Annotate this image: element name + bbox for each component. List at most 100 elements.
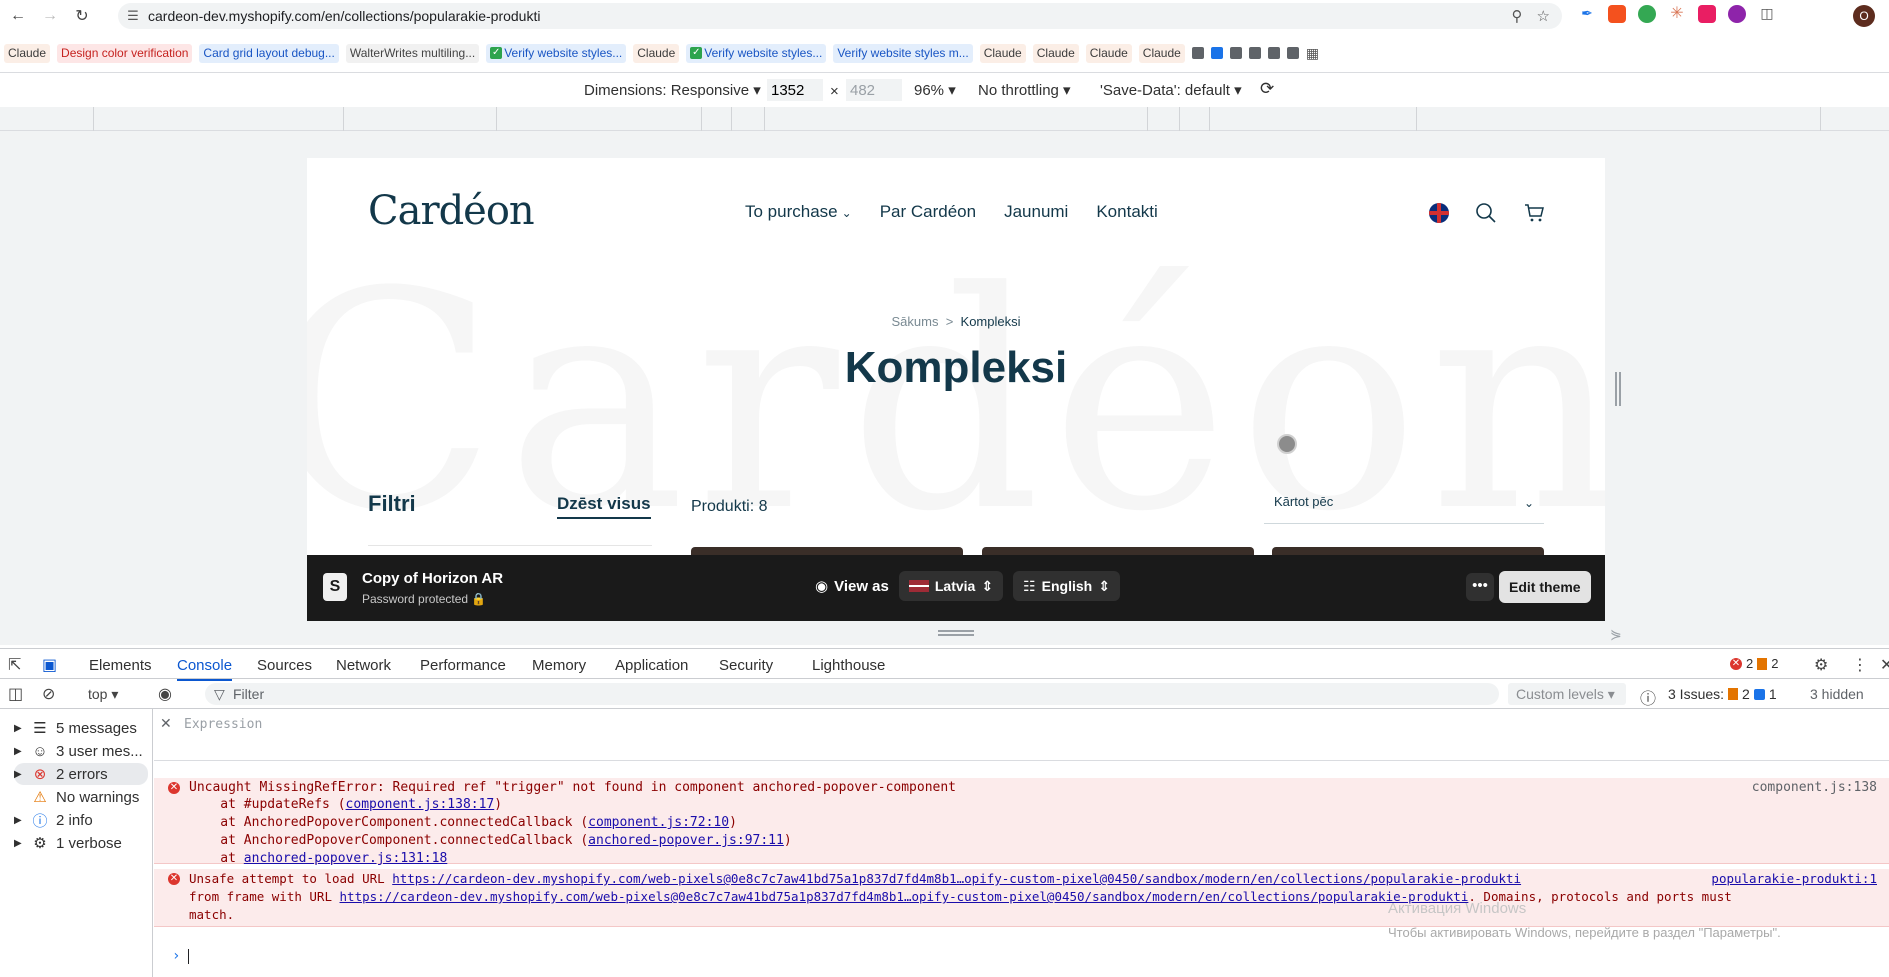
resize-corner-handle[interactable]: ⋟ [1610, 626, 1622, 643]
throttling-select[interactable]: No throttling ▾ [978, 81, 1071, 99]
sidebar-item-user-messages[interactable]: ▶ ☺ 3 user mes... [14, 740, 148, 762]
bookmark-favicon-icon[interactable] [1248, 47, 1261, 59]
save-data-select[interactable]: 'Save-Data': default ▾ [1100, 81, 1242, 99]
bookmark-item[interactable]: Card grid layout debug... [199, 43, 339, 63]
console-filter-input[interactable]: ▽ Filter [205, 683, 1499, 705]
forward-arrow-icon[interactable]: → [36, 2, 64, 30]
url-link[interactable]: https://cardeon-dev.myshopify.com/web-pi… [340, 889, 1469, 904]
sort-select[interactable]: Kārtot pēc ⌄ [1264, 490, 1544, 524]
stack-link[interactable]: component.js:72:10 [588, 815, 729, 830]
bookmark-item[interactable]: Claude [1032, 43, 1079, 63]
context-select[interactable]: top ▾ [88, 686, 118, 703]
sidebar-item-errors[interactable]: ▶ ⊗ 2 errors [14, 763, 148, 785]
cart-icon[interactable] [1523, 202, 1545, 224]
issues-counter[interactable]: 3 Issues: 2 1 [1668, 686, 1777, 702]
extension-orange-icon[interactable] [1608, 5, 1626, 23]
bookmark-item[interactable]: Claude [1085, 43, 1132, 63]
uk-flag-icon[interactable] [1429, 203, 1449, 223]
extension-pen-icon[interactable]: ✒ [1578, 5, 1596, 23]
extension-pink-icon[interactable] [1698, 5, 1716, 23]
extension-green-icon[interactable] [1638, 5, 1656, 23]
zoom-select[interactable]: 96% ▾ [914, 81, 956, 99]
dimensions-select[interactable]: Dimensions: Responsive ▾ [584, 81, 761, 99]
address-bar[interactable]: ☰ cardeon-dev.myshopify.com/en/collectio… [118, 3, 1562, 29]
bookmark-item[interactable]: Claude [1138, 43, 1185, 63]
remove-expression-icon[interactable]: ✕ [160, 715, 172, 732]
bookmark-favicon-icon[interactable] [1229, 47, 1242, 59]
sidebar-item-messages[interactable]: ▶ ☰ 5 messages [14, 717, 148, 739]
extension-claude-icon[interactable]: ✳ [1668, 5, 1686, 23]
extensions-puzzle-icon[interactable]: ◫ [1758, 5, 1776, 23]
clear-console-icon[interactable]: ⊘ [42, 684, 55, 704]
tab-lighthouse[interactable]: Lighthouse [812, 657, 885, 674]
sidebar-toggle-icon[interactable]: ◫ [8, 684, 23, 704]
apps-grid-icon[interactable]: ▦ [1306, 45, 1319, 62]
console-error-message[interactable]: ✕ Unsafe attempt to load URL https://car… [154, 869, 1889, 927]
nav-item-news[interactable]: Jaunumi [1004, 202, 1068, 222]
bookmark-item[interactable]: ✓ Verify website styles... [486, 43, 627, 63]
tab-network[interactable]: Network [336, 657, 391, 674]
stack-link[interactable]: anchored-popover.js:97:11 [588, 833, 784, 848]
edit-theme-button[interactable]: Edit theme [1499, 571, 1591, 603]
sidebar-item-verbose[interactable]: ▶ ⚙ 1 verbose [14, 832, 148, 854]
breadcrumb-home[interactable]: Sākums [892, 314, 939, 329]
bookmark-item[interactable]: Verify website styles m... [833, 43, 973, 63]
search-icon[interactable] [1475, 202, 1497, 224]
device-toolbar-icon[interactable]: ▣ [42, 655, 57, 675]
bookmark-item[interactable]: Claude [633, 43, 680, 63]
live-expression-eye-icon[interactable]: ◉ [158, 684, 172, 704]
url-link[interactable]: https://cardeon-dev.myshopify.com/web-pi… [392, 871, 1521, 886]
tab-performance[interactable]: Performance [420, 657, 506, 674]
close-icon[interactable]: ✕ [1880, 655, 1889, 675]
clear-all-link[interactable]: Dzēst visus [557, 494, 651, 519]
stack-link[interactable]: component.js:138:17 [346, 797, 495, 812]
bookmark-favicon-icon[interactable] [1210, 47, 1223, 59]
bookmark-item[interactable]: Claude [4, 43, 51, 63]
error-source-link[interactable]: popularakie-produkti:1 [1711, 871, 1877, 886]
rotate-icon[interactable]: ⟳ [1260, 79, 1274, 99]
zoom-icon[interactable]: ⚲ [1512, 7, 1523, 25]
reload-icon[interactable]: ↻ [68, 2, 96, 30]
tab-elements[interactable]: Elements [89, 657, 152, 674]
tab-application[interactable]: Application [615, 657, 688, 674]
more-options-button[interactable]: ••• [1466, 573, 1494, 601]
sidebar-item-info[interactable]: ▶ ⓘ 2 info [14, 809, 148, 831]
tab-console[interactable]: Console [177, 657, 233, 681]
site-logo[interactable]: Cardéon [368, 188, 535, 234]
nav-item-about[interactable]: Par Cardéon [880, 202, 976, 222]
profile-avatar[interactable]: O [1853, 5, 1875, 27]
sidebar-item-warnings[interactable]: ⚠ No warnings [14, 786, 148, 808]
nav-item-purchase[interactable]: To purchase ⌄ [745, 202, 852, 222]
error-source-link[interactable]: component.js:138 [1752, 780, 1877, 795]
settings-gear-icon[interactable]: ⚙ [1814, 655, 1828, 675]
tab-memory[interactable]: Memory [532, 657, 586, 674]
bookmark-favicon-icon[interactable] [1191, 47, 1204, 59]
country-select[interactable]: Latvia ⇕ [898, 571, 1004, 601]
bookmark-favicon-icon[interactable] [1267, 47, 1280, 59]
error-warning-counter[interactable]: ✕ 2 2 [1730, 656, 1778, 671]
bookmark-item[interactable]: Design color verification [57, 43, 193, 63]
resize-bottom-handle[interactable] [938, 630, 974, 636]
height-input[interactable] [846, 79, 902, 101]
inspect-element-icon[interactable]: ⇱ [8, 655, 21, 675]
bookmark-item[interactable]: Claude [979, 43, 1026, 63]
bookmark-item[interactable]: ✓ Verify website styles... [686, 43, 827, 63]
tab-security[interactable]: Security [719, 657, 773, 674]
tab-sources[interactable]: Sources [257, 657, 312, 674]
site-info-icon[interactable]: ☰ [118, 8, 148, 24]
extension-purple-icon[interactable] [1728, 5, 1746, 23]
bookmark-item[interactable]: WalterWrites multiling... [345, 43, 480, 63]
bookmark-favicon-icon[interactable] [1286, 47, 1299, 59]
kebab-menu-icon[interactable]: ⋮ [1852, 655, 1868, 675]
expression-input[interactable]: Expression [184, 717, 262, 732]
resize-side-handle[interactable] [1615, 372, 1621, 406]
info-circle-icon[interactable]: ⓘ [1640, 685, 1656, 709]
console-input[interactable] [188, 949, 189, 964]
nav-item-contacts[interactable]: Kontakti [1096, 202, 1157, 222]
language-select[interactable]: ☷ English ⇕ [1013, 571, 1120, 601]
width-input[interactable] [767, 79, 823, 101]
stack-link[interactable]: anchored-popover.js:131:18 [244, 851, 448, 866]
bookmark-star-icon[interactable]: ☆ [1537, 7, 1550, 25]
back-arrow-icon[interactable]: ← [4, 2, 32, 30]
console-error-message[interactable]: ✕ Uncaught MissingRefError: Required ref… [154, 778, 1889, 866]
